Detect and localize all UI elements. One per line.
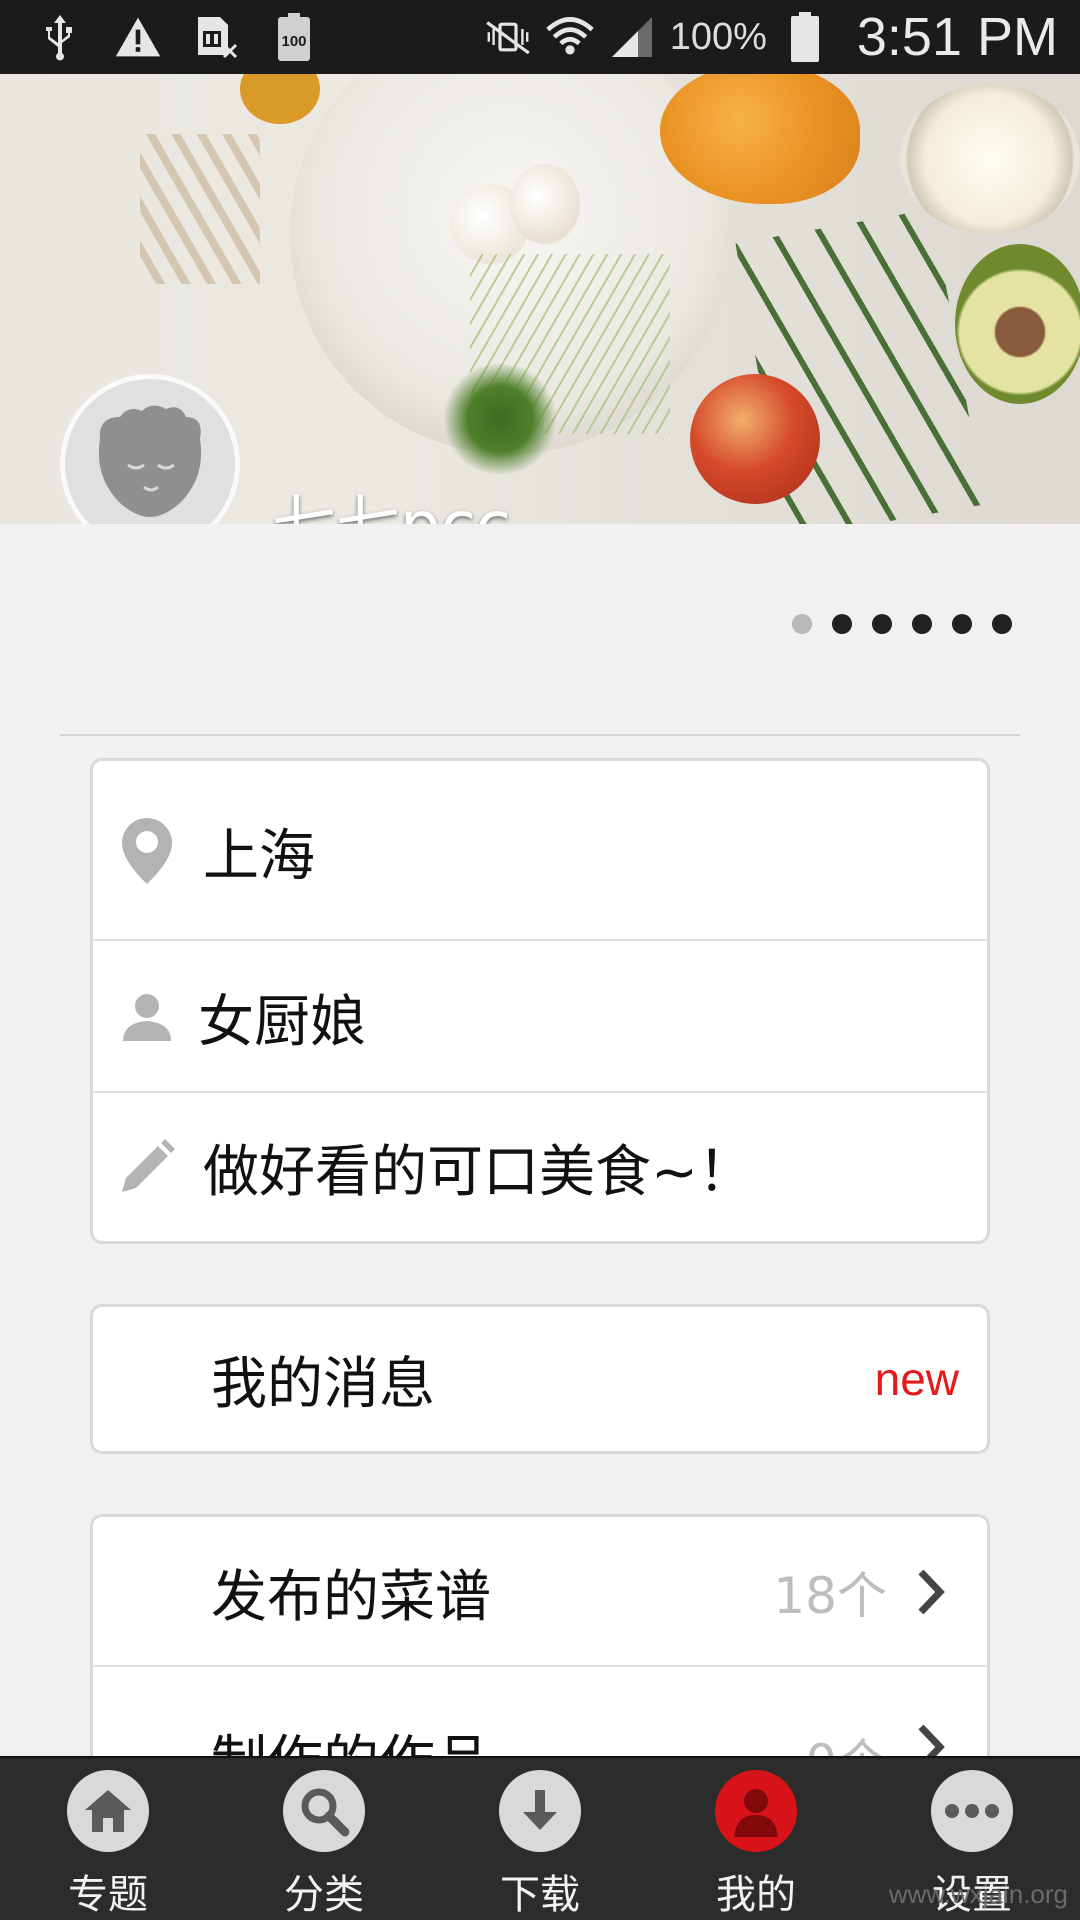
tab-topics[interactable]: 专题 bbox=[0, 1758, 216, 1920]
tab-mine[interactable]: 我的 bbox=[648, 1758, 864, 1920]
watermark: www.wxjain.org bbox=[888, 1879, 1068, 1909]
download-icon bbox=[499, 1770, 581, 1852]
default-avatar-icon bbox=[98, 405, 202, 517]
signal-icon bbox=[608, 13, 656, 61]
published-recipes-label: 发布的菜谱 bbox=[211, 1565, 491, 1630]
header-background-decor bbox=[140, 134, 260, 284]
tab-downloads[interactable]: 下载 bbox=[432, 1758, 648, 1920]
usb-icon bbox=[36, 13, 84, 61]
header-background-decor bbox=[240, 74, 320, 124]
header-background-decor bbox=[955, 244, 1080, 404]
location-row[interactable]: 上海 bbox=[93, 761, 987, 941]
header-pager-dots bbox=[792, 614, 1012, 634]
published-recipes-count: 18个 bbox=[773, 1567, 887, 1625]
header-background-decor bbox=[440, 364, 560, 474]
my-messages-row[interactable]: 我的消息 new bbox=[93, 1307, 987, 1451]
more-icon bbox=[931, 1770, 1013, 1852]
cook-title-text: 女厨娘 bbox=[198, 990, 366, 1055]
tab-label: 我的 bbox=[716, 1872, 796, 1918]
battery-icon bbox=[781, 12, 829, 62]
section-divider bbox=[60, 734, 1020, 736]
status-right-icons: 100% 3:51 PM bbox=[484, 0, 1058, 74]
bottom-tab-bar: 专题 分类 下载 我的 设置 www.wxjain.org bbox=[0, 1756, 1080, 1920]
search-icon bbox=[283, 1770, 365, 1852]
pager-dot[interactable] bbox=[912, 614, 932, 634]
pager-dot[interactable] bbox=[872, 614, 892, 634]
profile-header: 七七pcc bbox=[0, 74, 1080, 524]
status-bar: 100 100% 3:51 PM bbox=[0, 0, 1080, 74]
pager-dot[interactable] bbox=[792, 614, 812, 634]
pager-dot[interactable] bbox=[832, 614, 852, 634]
tab-label: 分类 bbox=[284, 1872, 364, 1918]
person-icon bbox=[117, 982, 177, 1052]
username: 七七pcc bbox=[272, 474, 511, 524]
signature-text: 做好看的可口美食~！ bbox=[203, 1140, 754, 1205]
chevron-right-icon bbox=[911, 1562, 951, 1622]
pager-dot[interactable] bbox=[992, 614, 1012, 634]
my-messages-label: 我的消息 bbox=[211, 1352, 435, 1417]
battery-saver-100-icon: 100 bbox=[270, 13, 318, 61]
title-row[interactable]: 女厨娘 bbox=[93, 941, 987, 1093]
battery-percent: 100% bbox=[669, 15, 767, 58]
new-badge: new bbox=[874, 1353, 959, 1405]
messages-card: 我的消息 new bbox=[90, 1304, 990, 1454]
signature-row[interactable]: 做好看的可口美食~！ bbox=[93, 1093, 987, 1241]
header-background-decor bbox=[690, 374, 820, 504]
warning-icon bbox=[114, 13, 162, 61]
tab-label: 专题 bbox=[68, 1872, 148, 1918]
pager-dot[interactable] bbox=[952, 614, 972, 634]
tab-categories[interactable]: 分类 bbox=[216, 1758, 432, 1920]
vibrate-off-icon bbox=[484, 13, 532, 61]
user-icon bbox=[715, 1770, 797, 1852]
svg-text:100: 100 bbox=[281, 33, 306, 50]
clock: 3:51 PM bbox=[856, 7, 1058, 67]
tab-label: 下载 bbox=[500, 1872, 580, 1918]
profile-info-card: 上海 女厨娘 做好看的可口美食~！ bbox=[90, 758, 990, 1244]
home-icon bbox=[67, 1770, 149, 1852]
location-text: 上海 bbox=[203, 824, 315, 889]
location-pin-icon bbox=[117, 816, 177, 886]
header-background-decor bbox=[510, 164, 580, 244]
avatar[interactable] bbox=[60, 374, 240, 524]
pencil-icon bbox=[117, 1132, 177, 1202]
status-left-icons: 100 bbox=[36, 10, 318, 64]
wifi-icon bbox=[545, 13, 594, 61]
sim-off-icon bbox=[192, 13, 240, 61]
published-recipes-row[interactable]: 发布的菜谱 18个 bbox=[93, 1517, 987, 1667]
